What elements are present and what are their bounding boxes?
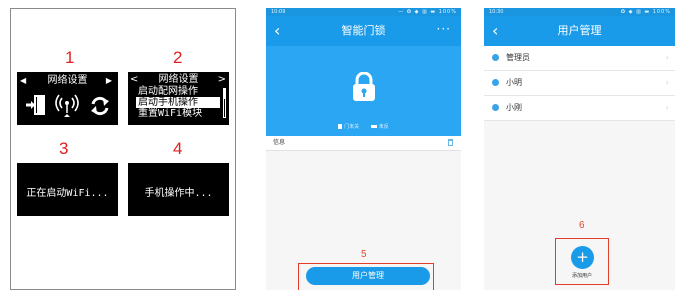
oled-screen-starting-wifi: 正在启动WiFi... <box>17 163 118 216</box>
page-title: 用户管理 <box>557 24 602 37</box>
page-title: 智能门锁 <box>341 24 386 37</box>
user-avatar-icon <box>492 54 499 61</box>
chevron-right-icon: › <box>665 53 669 62</box>
bolt-status-icon <box>370 125 377 128</box>
info-section-header: 信息 <box>266 136 461 151</box>
highlight-box-user-mgmt: 用户管理 <box>298 263 434 290</box>
add-user-button[interactable]: + <box>571 246 594 269</box>
chevron-right-icon: › <box>665 103 669 112</box>
oled-screen-network-settings: ◀ 网络设置 ▶ <box>17 72 118 125</box>
nav-bar: ‹ 用户管理 <box>484 16 675 46</box>
phone-smart-lock: 10:09 — ✪ ◆ ▥ ▬ 100% ‹ 智能门锁 ··· 门未关 未反 信… <box>266 8 461 290</box>
oled-screen-network-menu: < 网络设置 > 启动配网操作 启动手机操作 重置WiFi模块 <box>128 72 229 125</box>
step-number-3: 3 <box>59 139 69 158</box>
highlight-box-add-user: + 添加用户 <box>555 238 609 285</box>
oled-status-text: 正在启动WiFi... <box>26 188 109 199</box>
status-bar: 10:09 — ✪ ◆ ▥ ▬ 100% <box>266 8 461 16</box>
oled-status-text: 手机操作中... <box>144 188 213 199</box>
user-avatar-icon <box>492 79 499 86</box>
user-management-button[interactable]: 用户管理 <box>306 267 430 285</box>
step-number-1: 1 <box>65 48 75 67</box>
more-icon[interactable]: ··· <box>437 16 451 42</box>
right-chevron-icon: > <box>217 74 226 85</box>
info-label: 信息 <box>273 139 286 146</box>
oled-screen-phone-operating: 手机操作中... <box>128 163 229 216</box>
lock-status-hero: 门未关 未反 <box>266 46 461 136</box>
step-number-6: 6 <box>579 220 585 231</box>
phone-user-management: 10:30 ✪ ◆ ▥ ▬ 100% ‹ 用户管理 管理员 › 小明 › 小刚 … <box>484 8 675 290</box>
user-avatar-icon <box>492 104 499 111</box>
chevron-right-icon: › <box>665 78 669 87</box>
user-name: 管理员 <box>506 53 530 62</box>
lock-legend: 门未关 未反 <box>266 123 461 131</box>
step-number-2: 2 <box>173 48 183 67</box>
wifi-signal-icon <box>55 94 79 117</box>
oled-title: 网络设置 <box>47 75 88 86</box>
menu-item-start-pairing: 启动配网操作 <box>138 86 198 97</box>
status-icons: ✪ ◆ ▥ ▬ 100% <box>620 9 671 15</box>
user-row-xiaogang[interactable]: 小刚 › <box>484 96 675 121</box>
sync-arrows-icon <box>91 96 109 116</box>
oled-scrollbar <box>223 88 226 118</box>
menu-item-reset-wifi: 重置WiFi模块 <box>138 108 203 119</box>
right-arrow-icon: ▶ <box>105 76 112 85</box>
status-bar: 10:30 ✪ ◆ ▥ ▬ 100% <box>484 8 675 16</box>
nav-bar: ‹ 智能门锁 ··· <box>266 16 461 46</box>
user-row-xiaoming[interactable]: 小明 › <box>484 71 675 96</box>
user-name: 小刚 <box>506 103 522 112</box>
user-name: 小明 <box>506 78 522 87</box>
door-exit-icon <box>26 95 45 115</box>
oled-demo-panel: 1 2 ◀ 网络设置 ▶ < 网络设置 > 启动配网操作 启动手机操作 重置Wi… <box>10 8 236 290</box>
status-time: 10:30 <box>489 9 504 15</box>
trash-icon[interactable] <box>448 139 453 146</box>
status-time: 10:09 <box>271 9 286 15</box>
menu-item-start-phone-op: 启动手机操作 <box>136 97 220 108</box>
oled-icon-row <box>17 92 118 120</box>
step-number-4: 4 <box>173 139 183 158</box>
oled-menu-list: 启动配网操作 启动手机操作 重置WiFi模块 <box>136 86 220 119</box>
door-status-icon <box>338 124 343 129</box>
user-row-admin[interactable]: 管理员 › <box>484 46 675 71</box>
lock-icon[interactable] <box>352 72 376 102</box>
user-list: 管理员 › 小明 › 小刚 › <box>484 46 675 121</box>
step-number-5: 5 <box>361 249 367 260</box>
add-user-label: 添加用户 <box>571 273 592 279</box>
status-icons: — ✪ ◆ ▥ ▬ 100% <box>398 9 457 15</box>
oled-title: 网络设置 <box>158 74 199 85</box>
legend-door-label: 门未关 <box>344 124 360 130</box>
legend-bolt-label: 未反 <box>378 124 389 130</box>
